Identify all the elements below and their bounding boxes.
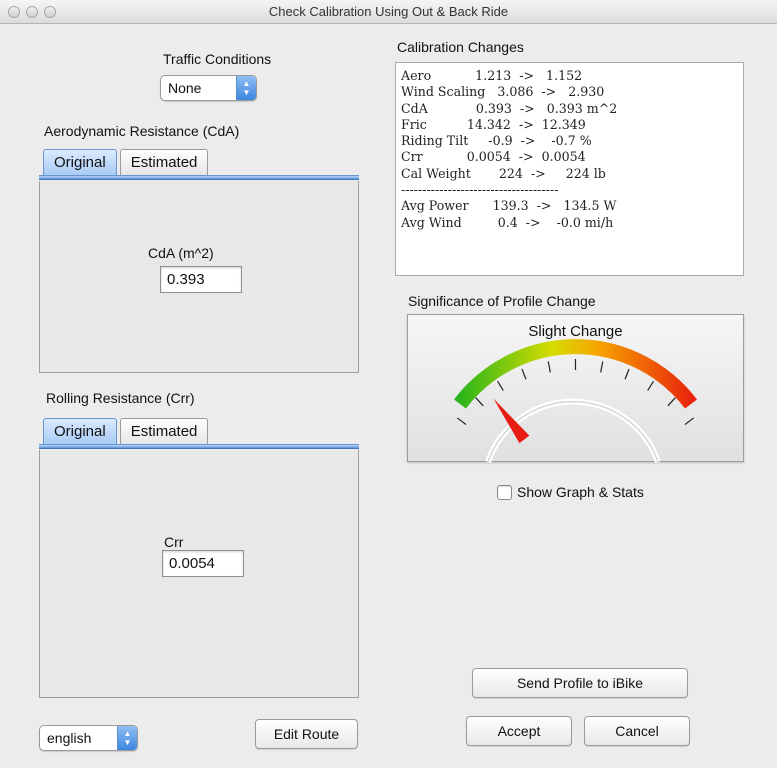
edit-route-button[interactable]: Edit Route xyxy=(255,719,358,749)
cancel-button[interactable]: Cancel xyxy=(584,716,690,746)
rolling-tabs: Original Estimated xyxy=(43,418,209,444)
crr-input[interactable]: 0.0054 xyxy=(162,550,244,577)
gauge-arc xyxy=(454,339,697,409)
gauge-tick xyxy=(684,417,695,426)
gauge-tick xyxy=(624,368,630,380)
rolling-tab-rule xyxy=(39,444,359,449)
traffic-conditions-label: Traffic Conditions xyxy=(163,51,272,67)
gauge-tick xyxy=(475,397,484,407)
show-graph-checkbox[interactable] xyxy=(497,484,512,500)
crr-field-label: Crr xyxy=(164,534,184,550)
tab-aero-estimated[interactable]: Estimated xyxy=(119,149,209,175)
gauge-tick xyxy=(547,361,551,373)
popup-arrows-icon: ▲ ▼ xyxy=(236,76,256,100)
significance-gauge: Slight Change xyxy=(407,314,744,463)
cda-field-label: CdA (m^2) xyxy=(148,245,214,261)
gauge-tick xyxy=(521,368,527,380)
significance-heading: Significance of Profile Change xyxy=(408,293,596,309)
gauge-tick xyxy=(497,380,504,391)
language-select[interactable]: english ▲ ▼ xyxy=(39,725,138,751)
calibration-changes-heading: Calibration Changes xyxy=(397,39,524,55)
calibration-row: Fric 14.342 -> 12.349 xyxy=(401,116,586,132)
calibration-row: CdA 0.393 -> 0.393 m^2 xyxy=(401,100,618,116)
calibration-divider: ------------------------------------- xyxy=(401,182,559,198)
aero-panel: CdA (m^2) 0.393 xyxy=(39,181,359,373)
aero-tabs: Original Estimated xyxy=(43,149,209,175)
traffic-conditions-value: None xyxy=(168,80,202,96)
tab-rolling-estimated[interactable]: Estimated xyxy=(119,418,209,444)
tab-aero-original[interactable]: Original xyxy=(43,149,117,175)
calibration-row: Aero 1.213 -> 1.152 xyxy=(401,68,583,83)
tab-rolling-original[interactable]: Original xyxy=(43,418,117,444)
title-bar: Check Calibration Using Out & Back Ride xyxy=(0,0,777,24)
calibration-row: Cal Weight 224 -> 224 lb xyxy=(401,165,606,181)
language-value: english xyxy=(47,730,92,746)
cda-input[interactable]: 0.393 xyxy=(160,266,242,293)
gauge-tick xyxy=(667,397,676,407)
aero-resistance-label: Aerodynamic Resistance (CdA) xyxy=(44,123,240,139)
calibration-row: Crr 0.0054 -> 0.0054 xyxy=(401,149,586,165)
aero-tab-rule xyxy=(39,175,359,180)
gauge-tick xyxy=(647,380,654,391)
gauge-graphic xyxy=(454,339,697,463)
calibration-row: Riding Tilt -0.9 -> -0.7 % xyxy=(401,133,592,149)
traffic-conditions-select[interactable]: None ▲ ▼ xyxy=(160,75,257,101)
gauge-tick xyxy=(456,417,467,426)
calibration-row: Avg Wind 0.4 -> -0.0 mi/h xyxy=(401,214,614,230)
calibration-changes-box: Aero 1.213 -> 1.152 Wind Scaling 3.086 -… xyxy=(395,62,744,276)
show-graph-option[interactable]: Show Graph & Stats xyxy=(497,484,644,500)
gauge-tick xyxy=(600,361,604,373)
accept-button[interactable]: Accept xyxy=(466,716,572,746)
rolling-panel: Crr 0.0054 xyxy=(39,450,359,698)
send-profile-button[interactable]: Send Profile to iBike xyxy=(472,668,688,698)
popup-arrows-icon: ▲ ▼ xyxy=(117,726,137,750)
calibration-row: Avg Power 139.3 -> 134.5 W xyxy=(401,198,617,214)
rolling-resistance-label: Rolling Resistance (Crr) xyxy=(46,390,195,406)
window-title: Check Calibration Using Out & Back Ride xyxy=(268,4,509,19)
show-graph-label: Show Graph & Stats xyxy=(517,484,644,500)
calibration-row: Wind Scaling 3.086 -> 2.930 xyxy=(401,84,605,100)
